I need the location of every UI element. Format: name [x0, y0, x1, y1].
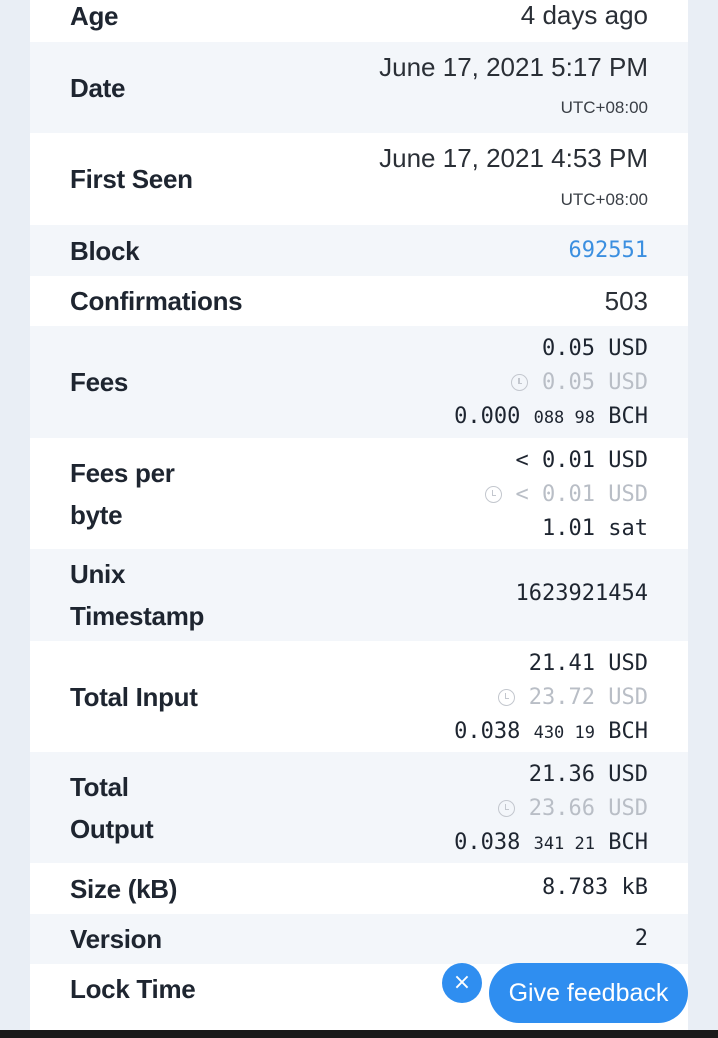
confirmations-value: 503: [604, 286, 648, 316]
unix-timestamp-label-line1: Unix: [70, 559, 126, 589]
row-fees-per-byte: Fees per byte < 0.01 USD < 0.01 USD 1.01…: [30, 438, 688, 549]
first-seen-timezone: UTC+08:00: [560, 190, 648, 209]
total-input-usd-historical-value: 23.72 USD: [528, 685, 648, 710]
row-total-input: Total Input 21.41 USD 23.72 USD 0.038 43…: [30, 641, 688, 752]
total-output-bch-unit: BCH: [608, 830, 648, 855]
total-output-label: Total Output: [70, 766, 154, 850]
row-block: Block 692551: [30, 225, 688, 276]
fees-bch-small: 088 98: [533, 408, 595, 428]
size-label: Size (kB): [70, 873, 178, 904]
total-input-bch: 0.038 430 19 BCH: [454, 719, 648, 744]
version-label: Version: [70, 924, 162, 954]
total-input-bch-unit: BCH: [608, 719, 648, 744]
clock-icon: [511, 374, 529, 391]
fees-per-byte-sat: 1.01 sat: [542, 516, 648, 541]
total-input-usd: 21.41 USD: [528, 651, 648, 676]
total-input-usd-historical: 23.72 USD: [497, 685, 648, 710]
row-unix-timestamp: Unix Timestamp 1623921454: [30, 549, 688, 641]
total-output-usd: 21.36 USD: [528, 762, 648, 787]
total-output-usd-historical-value: 23.66 USD: [528, 796, 648, 821]
close-icon[interactable]: ×: [442, 963, 482, 1003]
fees-usd-historical-value: 0.05 USD: [542, 370, 648, 395]
date-timezone: UTC+08:00: [560, 98, 648, 117]
row-size: Size (kB) 8.783 kB: [30, 863, 688, 914]
confirmations-label: Confirmations: [70, 286, 243, 316]
fees-per-byte-usd-historical: < 0.01 USD: [484, 482, 648, 507]
row-total-output: Total Output 21.36 USD 23.66 USD 0.038 3…: [30, 752, 688, 863]
fees-usd: 0.05 USD: [542, 336, 648, 361]
row-version: Version 2: [30, 914, 688, 964]
age-value: 4 days ago: [520, 0, 648, 30]
total-input-bch-small: 430 19: [533, 723, 595, 743]
row-age: Age 4 days ago: [30, 0, 688, 42]
fees-per-byte-usd: < 0.01 USD: [515, 448, 648, 473]
fees-per-byte-label: Fees per byte: [70, 452, 175, 536]
row-date: Date June 17, 2021 5:17 PM UTC+08:00: [30, 42, 688, 133]
fees-per-byte-label-line1: Fees per: [70, 457, 175, 488]
fees-per-byte-usd-historical-value: < 0.01 USD: [515, 482, 648, 507]
bottom-edge: [0, 1030, 718, 1038]
fees-bch-main: 0.000: [454, 404, 521, 429]
unix-timestamp-label: Unix Timestamp: [70, 553, 204, 637]
clock-icon: [497, 800, 515, 817]
total-output-usd-historical: 23.66 USD: [497, 796, 648, 821]
fees-usd-historical: 0.05 USD: [511, 370, 648, 395]
block-link[interactable]: 692551: [569, 238, 648, 263]
age-label: Age: [70, 1, 119, 31]
first-seen-label: First Seen: [70, 164, 193, 194]
unix-timestamp-value: 1623921454: [515, 581, 648, 606]
fees-per-byte-label-line2: byte: [70, 499, 123, 530]
total-output-bch-small: 341 21: [533, 834, 595, 854]
total-input-label: Total Input: [70, 681, 198, 712]
total-output-label-line1: Total: [70, 771, 129, 802]
clock-icon: [484, 486, 502, 503]
block-label: Block: [70, 235, 140, 266]
total-input-bch-main: 0.038: [454, 719, 521, 744]
total-output-bch: 0.038 341 21 BCH: [454, 830, 648, 855]
size-value: 8.783 kB: [542, 875, 648, 900]
unix-timestamp-label-line2: Timestamp: [70, 601, 205, 631]
total-output-label-line2: Output: [70, 813, 154, 844]
fees-label: Fees: [70, 367, 129, 397]
date-label: Date: [70, 72, 126, 103]
total-output-bch-main: 0.038: [454, 830, 521, 855]
fees-bch: 0.000 088 98 BCH: [454, 404, 648, 429]
clock-icon: [497, 689, 515, 706]
date-value: June 17, 2021 5:17 PM: [379, 52, 648, 82]
fees-bch-unit: BCH: [608, 404, 648, 429]
row-confirmations: Confirmations 503: [30, 276, 688, 326]
version-value: 2: [634, 926, 648, 951]
give-feedback-button[interactable]: Give feedback: [489, 963, 688, 1023]
transaction-details-card: Age 4 days ago Date June 17, 2021 5:17 P…: [30, 0, 688, 1030]
lock-time-label: Lock Time: [70, 974, 196, 1004]
row-first-seen: First Seen June 17, 2021 4:53 PM UTC+08:…: [30, 133, 688, 225]
row-fees: Fees 0.05 USD 0.05 USD 0.000 088 98 BCH: [30, 326, 688, 438]
first-seen-value: June 17, 2021 4:53 PM: [379, 143, 648, 173]
